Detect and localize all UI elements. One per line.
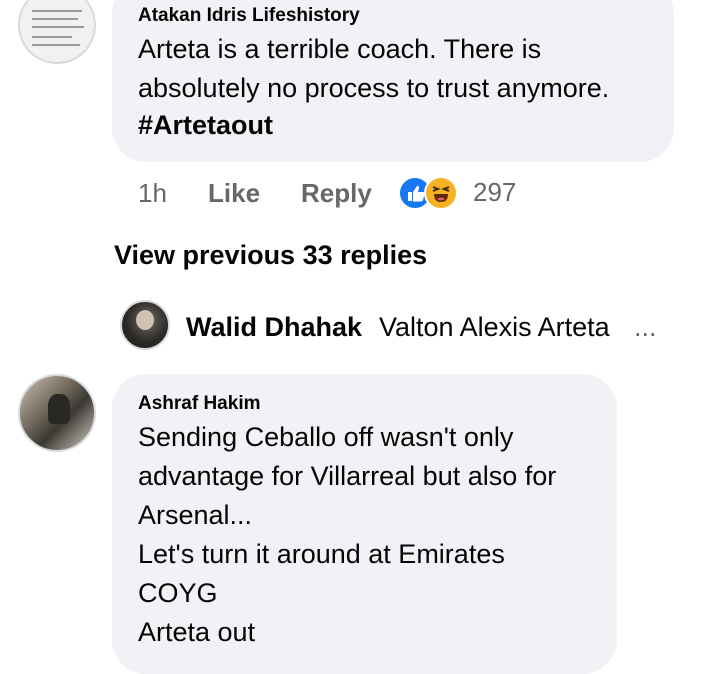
like-button[interactable]: Like: [208, 178, 260, 209]
comment-timestamp[interactable]: 1h: [138, 178, 167, 209]
hashtag-link[interactable]: #Artetaout: [138, 110, 273, 141]
reaction-count[interactable]: 297: [473, 177, 516, 208]
reactions[interactable]: [398, 176, 462, 212]
comment-author[interactable]: Atakan Idris Lifeshistory: [138, 5, 360, 27]
avatar-text-line: [32, 18, 78, 20]
reply-avatar[interactable]: [120, 300, 170, 350]
haha-icon: [424, 176, 458, 210]
avatar-text-line: [32, 36, 72, 38]
reply-author[interactable]: Walid Dhahak: [186, 312, 362, 343]
avatar-text-line: [32, 44, 80, 46]
avatar-text-line: [32, 10, 82, 12]
comment-text: Sending Ceballo off wasn't only advantag…: [138, 422, 557, 647]
avatar-text-line: [32, 26, 84, 28]
comment-text: Arteta is a terrible coach. There is abs…: [138, 34, 610, 103]
commenter-avatar[interactable]: [18, 374, 96, 452]
view-previous-replies-link[interactable]: View previous 33 replies: [114, 240, 427, 271]
comment-author[interactable]: Ashraf Hakim: [138, 393, 261, 415]
reply-button[interactable]: Reply: [301, 178, 372, 209]
reply-ellipsis: ...: [634, 312, 657, 342]
commenter-avatar[interactable]: [18, 0, 96, 64]
reply-snippet[interactable]: Valton Alexis Arteta: [379, 312, 610, 343]
